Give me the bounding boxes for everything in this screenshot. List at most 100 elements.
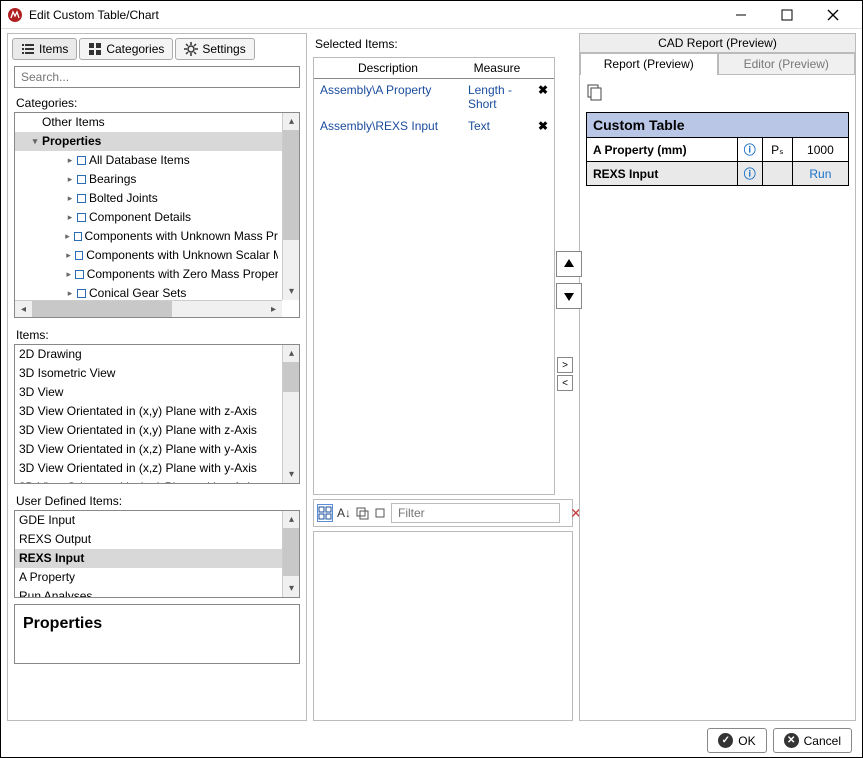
- tab-settings[interactable]: Settings: [175, 38, 254, 60]
- tab-categories[interactable]: Categories: [79, 38, 173, 60]
- categories-tree[interactable]: Other Items▾Properties▸All Database Item…: [14, 112, 300, 318]
- preview-row: REXS InputⓘRun: [587, 162, 849, 186]
- filter-input[interactable]: [391, 503, 560, 523]
- scroll-down-icon[interactable]: ▾: [283, 283, 300, 300]
- tree-item[interactable]: ▸All Database Items: [15, 151, 282, 170]
- list-item[interactable]: A Property: [15, 568, 282, 587]
- info-icon[interactable]: ⓘ: [737, 138, 762, 162]
- gear-icon: [184, 42, 198, 56]
- move-down-button[interactable]: [556, 283, 582, 309]
- scroll-up-icon[interactable]: ▴: [283, 113, 300, 130]
- udi-vscroll[interactable]: ▴ ▾: [282, 511, 299, 597]
- ok-button[interactable]: ✓ OK: [707, 728, 766, 753]
- square-icon: [77, 289, 86, 298]
- categorize-icon[interactable]: [317, 504, 333, 522]
- square-icon: [77, 175, 86, 184]
- list-item[interactable]: 3D Isometric View: [15, 364, 282, 383]
- collapse-all-icon[interactable]: [373, 504, 387, 522]
- tree-item[interactable]: ▸Components with Unknown Mass Properties: [15, 227, 282, 246]
- square-icon: [77, 156, 86, 165]
- app-icon: [7, 7, 23, 23]
- scroll-down-icon[interactable]: ▾: [283, 580, 300, 597]
- items-vscroll[interactable]: ▴ ▾: [282, 345, 299, 483]
- list-item[interactable]: 3D View Orientated in (x,z) Plane with y…: [15, 440, 282, 459]
- square-icon: [75, 251, 83, 260]
- user-defined-list[interactable]: GDE InputREXS OutputREXS InputA Property…: [14, 510, 300, 598]
- copy-icon[interactable]: [586, 83, 604, 104]
- selected-item-row[interactable]: Assembly\REXS InputText✖: [314, 115, 554, 137]
- tree-item[interactable]: Other Items: [15, 113, 282, 132]
- tree-item[interactable]: ▸Bearings: [15, 170, 282, 189]
- properties-panel-title: Properties: [14, 604, 300, 664]
- selected-items-box: Description Measure Assembly\A PropertyL…: [313, 57, 555, 495]
- user-defined-label: User Defined Items:: [8, 490, 306, 510]
- tab-items[interactable]: Items: [12, 38, 77, 60]
- square-icon: [74, 232, 82, 241]
- remove-item-button[interactable]: <: [557, 375, 573, 391]
- tree-item[interactable]: ▸Component Details: [15, 208, 282, 227]
- scroll-up-icon[interactable]: ▴: [283, 345, 300, 362]
- tab-categories-label: Categories: [106, 42, 164, 56]
- square-icon: [77, 213, 86, 222]
- window-title: Edit Custom Table/Chart: [29, 8, 718, 22]
- tab-editor-preview[interactable]: Editor (Preview): [718, 53, 856, 75]
- categories-hscroll[interactable]: ◂ ▸: [15, 300, 282, 317]
- list-icon: [21, 42, 35, 56]
- square-icon: [75, 270, 83, 279]
- list-item[interactable]: REXS Output: [15, 530, 282, 549]
- property-grid[interactable]: [313, 531, 573, 721]
- tree-item[interactable]: ▸Components with Unknown Scalar Mass: [15, 246, 282, 265]
- minimize-button[interactable]: [718, 1, 764, 29]
- search-input[interactable]: [14, 66, 300, 88]
- info-icon[interactable]: ⓘ: [737, 162, 762, 186]
- check-icon: ✓: [718, 733, 733, 748]
- titlebar: Edit Custom Table/Chart: [1, 1, 862, 29]
- tree-item[interactable]: ▸Bolted Joints: [15, 189, 282, 208]
- sort-az-icon[interactable]: A↓: [337, 504, 351, 522]
- scroll-right-icon[interactable]: ▸: [265, 301, 282, 318]
- property-toolbar: A↓ ✕: [313, 499, 573, 527]
- items-list[interactable]: 2D Drawing3D Isometric View3D View3D Vie…: [14, 344, 300, 484]
- list-item[interactable]: GDE Input: [15, 511, 282, 530]
- preview-table: Custom Table A Property (mm)ⓘPₛ1000REXS …: [586, 112, 849, 186]
- scroll-down-icon[interactable]: ▾: [283, 466, 300, 483]
- left-panel: Items Categories Settings Categories: Ot…: [7, 33, 307, 721]
- scroll-left-icon[interactable]: ◂: [15, 301, 32, 318]
- x-icon: ✕: [784, 733, 799, 748]
- selected-header-description: Description: [314, 58, 462, 79]
- preview-panel: CAD Report (Preview) Report (Preview) Ed…: [579, 33, 856, 721]
- remove-icon[interactable]: ✖: [532, 79, 554, 116]
- list-item[interactable]: 3D View: [15, 383, 282, 402]
- remove-icon[interactable]: ✖: [532, 115, 554, 137]
- list-item[interactable]: Run Analyses: [15, 587, 282, 597]
- preview-table-title: Custom Table: [587, 113, 849, 138]
- list-item[interactable]: REXS Input: [15, 549, 282, 568]
- selected-item-row[interactable]: Assembly\A PropertyLength - Short✖: [314, 79, 554, 116]
- expand-all-icon[interactable]: [355, 504, 369, 522]
- categories-icon: [88, 42, 102, 56]
- middle-panel: Selected Items: Description Measure Asse…: [313, 33, 573, 721]
- tree-item[interactable]: ▸Components with Zero Mass Properties: [15, 265, 282, 284]
- scroll-up-icon[interactable]: ▴: [283, 511, 300, 528]
- move-up-button[interactable]: [556, 251, 582, 277]
- categories-label: Categories:: [8, 92, 306, 112]
- tree-item[interactable]: ▾Properties: [15, 132, 282, 151]
- tab-settings-label: Settings: [202, 42, 245, 56]
- cancel-button[interactable]: ✕ Cancel: [773, 728, 852, 753]
- list-item[interactable]: 2D Drawing: [15, 345, 282, 364]
- cad-report-title: CAD Report (Preview): [580, 34, 855, 53]
- maximize-button[interactable]: [764, 1, 810, 29]
- add-item-button[interactable]: >: [557, 357, 573, 373]
- selected-header-measure: Measure: [462, 58, 532, 79]
- list-item[interactable]: 3D View Orientated in (x,z) Plane with y…: [15, 459, 282, 478]
- list-item[interactable]: 3D View Orientated in (x,y) Plane with z…: [15, 421, 282, 440]
- tab-report-preview[interactable]: Report (Preview): [580, 53, 718, 75]
- tab-items-label: Items: [39, 42, 68, 56]
- close-button[interactable]: [810, 1, 856, 29]
- categories-vscroll[interactable]: ▴ ▾: [282, 113, 299, 300]
- square-icon: [77, 194, 86, 203]
- items-label: Items:: [8, 324, 306, 344]
- list-item[interactable]: 3D View Orientated in (x,y) Plane with z…: [15, 402, 282, 421]
- list-item[interactable]: 3D View Orientated in (y,z) Plane with x…: [15, 478, 282, 483]
- preview-row: A Property (mm)ⓘPₛ1000: [587, 138, 849, 162]
